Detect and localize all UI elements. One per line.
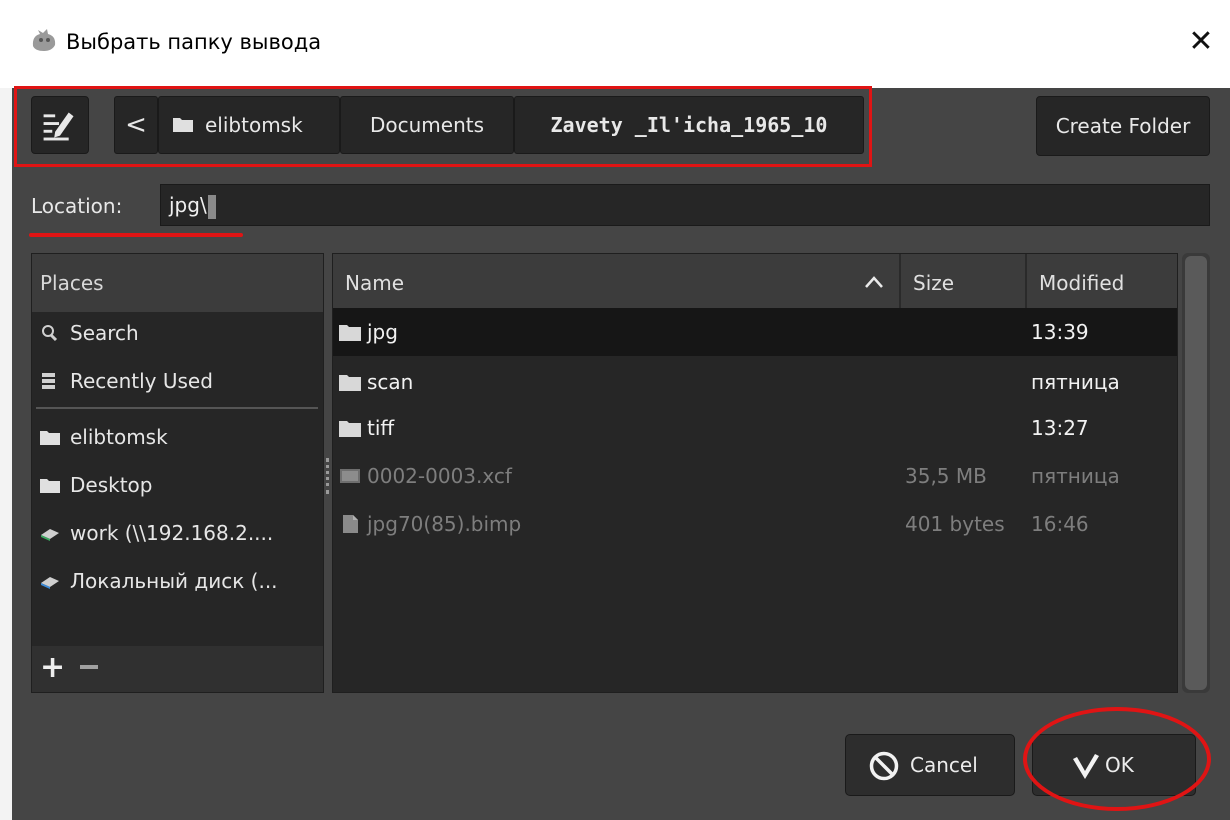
location-value: jpg\: [169, 193, 207, 217]
column-header-name[interactable]: Name: [333, 254, 901, 312]
file-modified: 16:46: [1031, 512, 1089, 536]
file-row-scan[interactable]: scan пятница: [333, 358, 1177, 406]
place-item-label: Локальный диск (...: [70, 569, 278, 593]
folder-icon: [339, 375, 361, 391]
folder-icon: [339, 421, 361, 437]
column-header-size[interactable]: Size: [901, 254, 1027, 312]
location-underline-annotation: [29, 233, 243, 237]
file-name: jpg: [367, 320, 398, 344]
remove-bookmark-button[interactable]: [80, 665, 98, 669]
gimp-icon: [32, 29, 56, 51]
place-item-label: Recently Used: [70, 369, 213, 393]
cancel-button-label: Cancel: [910, 753, 978, 777]
folder-icon: [40, 431, 60, 445]
file-name: scan: [367, 370, 414, 394]
file-name: tiff: [367, 416, 395, 440]
places-footer: +: [32, 646, 323, 692]
place-item-recently-used[interactable]: Recently Used: [32, 357, 323, 405]
local-disk-icon: [41, 577, 59, 589]
file-modified: пятница: [1031, 464, 1120, 488]
folder-icon: [40, 479, 60, 493]
add-bookmark-button[interactable]: +: [40, 652, 66, 686]
text-cursor: [207, 194, 216, 219]
location-input[interactable]: jpg\: [160, 184, 1210, 226]
place-item-desktop[interactable]: Desktop: [32, 461, 323, 509]
file-modified: 13:27: [1031, 416, 1089, 440]
column-header-label: Size: [913, 271, 955, 295]
window-title: Выбрать папку вывода: [66, 30, 322, 54]
folder-icon: [339, 325, 361, 341]
cancel-button[interactable]: Cancel: [845, 734, 1015, 796]
file-row-bimp[interactable]: jpg70(85).bimp 401 bytes 16:46: [333, 500, 1177, 548]
place-item-label: elibtomsk: [70, 425, 168, 449]
places-divider: [36, 407, 318, 409]
place-item-label: work (\\192.168.2....: [70, 521, 274, 545]
file-name: jpg70(85).bimp: [367, 512, 522, 536]
place-item-local-disk[interactable]: Локальный диск (...: [32, 557, 323, 605]
image-file-icon: [340, 469, 360, 483]
file-row-tiff[interactable]: tiff 13:27: [333, 404, 1177, 452]
title-bar: Выбрать папку вывода ✕: [0, 0, 1230, 88]
place-item-label: Desktop: [70, 473, 153, 497]
sort-ascending-icon: [865, 276, 883, 288]
place-item-search[interactable]: Search: [32, 309, 323, 357]
place-item-elibtomsk[interactable]: elibtomsk: [32, 413, 323, 461]
file-row-xcf[interactable]: 0002-0003.xcf 35,5 MB пятница: [333, 452, 1177, 500]
pathbar-highlight: [14, 86, 872, 167]
location-label: Location:: [31, 194, 123, 218]
file-modified: пятница: [1031, 370, 1120, 394]
close-icon: ✕: [1188, 24, 1214, 59]
file-row-jpg[interactable]: jpg 13:39: [333, 308, 1177, 356]
column-header-label: Name: [345, 271, 405, 295]
column-header-label: Modified: [1039, 271, 1125, 295]
column-header-modified[interactable]: Modified: [1027, 254, 1177, 312]
places-sidebar: Places Search Recently Used elibtomsk De…: [31, 253, 324, 693]
network-drive-icon: [41, 529, 59, 541]
search-icon: [42, 325, 58, 342]
create-folder-button[interactable]: Create Folder: [1036, 96, 1210, 156]
ok-highlight-annotation: [1023, 707, 1211, 811]
file-list-scrollbar[interactable]: [1182, 253, 1210, 693]
file-size: 401 bytes: [905, 512, 1005, 536]
file-size: 35,5 MB: [905, 464, 987, 488]
file-modified: 13:39: [1031, 320, 1089, 344]
document-file-icon: [343, 515, 358, 533]
plus-icon: +: [40, 650, 66, 685]
close-button[interactable]: ✕: [1184, 22, 1218, 62]
place-item-network-work[interactable]: work (\\192.168.2....: [32, 509, 323, 557]
scrollbar-thumb[interactable]: [1185, 256, 1207, 690]
recent-icon: [42, 373, 55, 389]
file-name: 0002-0003.xcf: [367, 464, 512, 488]
cancel-icon: [869, 751, 899, 781]
file-list: Name Size Modified jpg 13:39 scan пятниц…: [332, 253, 1178, 693]
place-item-label: Search: [70, 321, 139, 345]
places-header: Places: [32, 254, 323, 312]
